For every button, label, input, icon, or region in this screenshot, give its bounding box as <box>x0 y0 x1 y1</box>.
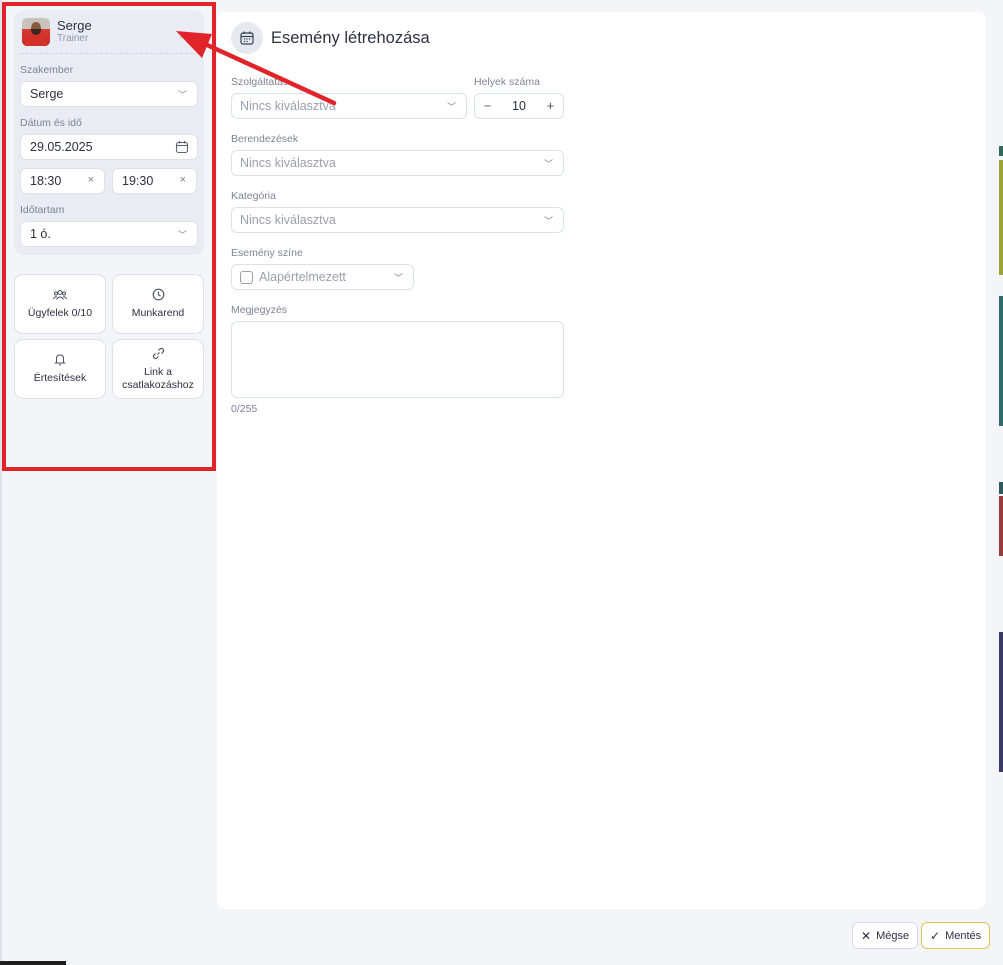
background-strip <box>999 632 1003 772</box>
equipment-select[interactable]: Nincs kiválasztva ﹀ <box>231 150 564 176</box>
cancel-button[interactable]: ✕ Mégse <box>852 922 919 949</box>
service-select[interactable]: Nincs kiválasztva ﹀ <box>231 93 467 119</box>
category-placeholder: Nincs kiválasztva <box>240 213 336 227</box>
seats-value: 10 <box>512 99 526 113</box>
save-label: Mentés <box>945 929 982 942</box>
chevron-down-icon: ﹀ <box>543 216 553 226</box>
background-strip <box>999 482 1003 494</box>
category-label: Kategória <box>231 190 276 202</box>
chevron-down-icon: ﹀ <box>446 102 456 112</box>
decrement-button[interactable]: − <box>484 99 491 113</box>
service-placeholder: Nincs kiválasztva <box>240 99 336 113</box>
seats-label: Helyek száma <box>474 76 540 88</box>
background-strip <box>999 496 1003 556</box>
check-icon: ✓ <box>930 928 941 943</box>
category-select[interactable]: Nincs kiválasztva ﹀ <box>231 207 564 233</box>
equipment-placeholder: Nincs kiválasztva <box>240 156 336 170</box>
cancel-label: Mégse <box>876 929 910 942</box>
color-swatch <box>240 270 253 284</box>
color-select[interactable]: Alapértelmezett ﹀ <box>231 264 414 290</box>
close-icon: ✕ <box>861 928 872 943</box>
background-strip <box>999 146 1003 156</box>
color-value: Alapértelmezett <box>259 270 346 284</box>
annotation-highlight-box <box>2 2 216 471</box>
save-button[interactable]: ✓ Mentés <box>921 922 991 949</box>
seats-stepper[interactable]: − 10 + <box>474 93 564 119</box>
note-label: Megjegyzés <box>231 304 288 316</box>
background-strip <box>999 296 1003 426</box>
chevron-down-icon: ﹀ <box>543 159 553 169</box>
background-strip <box>999 160 1003 275</box>
color-label: Esemény színe <box>231 247 303 259</box>
note-counter: 0/255 <box>231 403 258 415</box>
page-title: Esemény létrehozása <box>271 28 430 47</box>
service-label: Szolgáltatás <box>231 76 289 88</box>
chevron-down-icon: ﹀ <box>393 273 403 283</box>
calendar-icon <box>231 22 263 54</box>
taskbar-fragment <box>0 961 66 965</box>
equipment-label: Berendezések <box>231 133 299 145</box>
event-form-panel: Esemény létrehozása Szolgáltatás Nincs k… <box>217 12 986 909</box>
note-textarea[interactable] <box>231 321 564 398</box>
increment-button[interactable]: + <box>547 99 554 113</box>
